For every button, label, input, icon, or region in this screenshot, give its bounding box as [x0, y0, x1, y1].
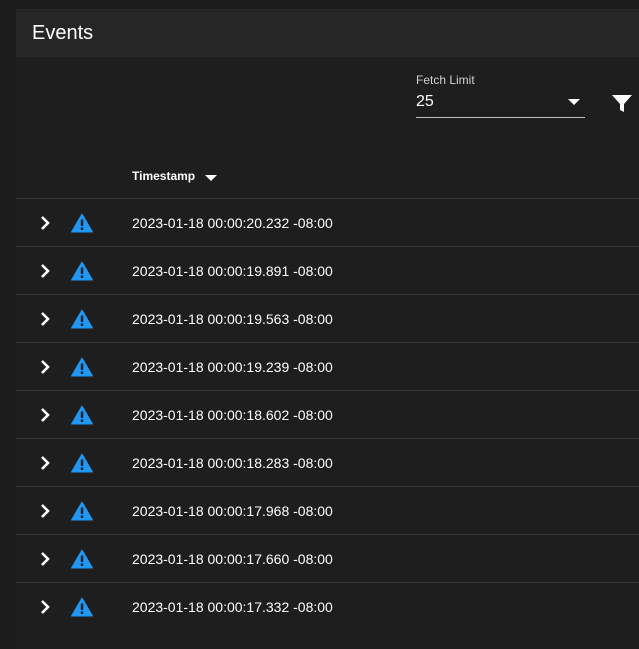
table-row[interactable]: 2023-01-18 00:00:18.602 -08:00: [16, 390, 639, 438]
warning-triangle-icon: [71, 261, 93, 281]
chevron-right-icon[interactable]: [36, 406, 54, 424]
warning-triangle-icon: [71, 549, 93, 569]
table-row[interactable]: 2023-01-18 00:00:17.968 -08:00: [16, 486, 639, 534]
fetch-limit-select[interactable]: Fetch Limit 25: [416, 73, 585, 118]
chevron-right-icon[interactable]: [36, 598, 54, 616]
table-row[interactable]: 2023-01-18 00:00:19.891 -08:00: [16, 246, 639, 294]
warning-triangle-icon: [71, 357, 93, 377]
table-row[interactable]: 2023-01-18 00:00:19.563 -08:00: [16, 294, 639, 342]
sort-descending-icon[interactable]: [204, 173, 217, 183]
warning-triangle-icon: [71, 213, 93, 233]
warning-triangle-icon: [71, 453, 93, 473]
chevron-right-icon[interactable]: [36, 550, 54, 568]
table-row[interactable]: 2023-01-18 00:00:20.232 -08:00: [16, 198, 639, 246]
events-panel: Events Fetch Limit 25 Timestamp 2023-01-…: [16, 9, 639, 649]
table-row[interactable]: 2023-01-18 00:00:17.332 -08:00: [16, 582, 639, 630]
filter-icon[interactable]: [610, 91, 634, 115]
table-row[interactable]: 2023-01-18 00:00:19.239 -08:00: [16, 342, 639, 390]
warning-triangle-icon: [71, 309, 93, 329]
row-timestamp: 2023-01-18 00:00:17.968 -08:00: [132, 503, 333, 519]
caret-down-icon[interactable]: [567, 97, 581, 107]
timestamp-column-header[interactable]: Timestamp: [132, 167, 217, 187]
chevron-right-icon[interactable]: [36, 310, 54, 328]
row-timestamp: 2023-01-18 00:00:17.660 -08:00: [132, 551, 333, 567]
warning-triangle-icon: [71, 501, 93, 521]
row-timestamp: 2023-01-18 00:00:18.283 -08:00: [132, 455, 333, 471]
row-timestamp: 2023-01-18 00:00:17.332 -08:00: [132, 599, 333, 615]
row-timestamp: 2023-01-18 00:00:20.232 -08:00: [132, 215, 333, 231]
fetch-limit-label: Fetch Limit: [416, 73, 475, 87]
chevron-right-icon[interactable]: [36, 454, 54, 472]
warning-triangle-icon: [71, 405, 93, 425]
timestamp-column-label: Timestamp: [132, 169, 196, 183]
fetch-limit-value[interactable]: 25: [416, 92, 434, 112]
chevron-right-icon[interactable]: [36, 502, 54, 520]
fetch-limit-underline: [416, 117, 585, 118]
chevron-right-icon[interactable]: [36, 358, 54, 376]
row-timestamp: 2023-01-18 00:00:18.602 -08:00: [132, 407, 333, 423]
warning-triangle-icon: [71, 597, 93, 617]
page-title: Events: [32, 22, 94, 44]
table-row[interactable]: 2023-01-18 00:00:17.660 -08:00: [16, 534, 639, 582]
row-timestamp: 2023-01-18 00:00:19.891 -08:00: [132, 263, 333, 279]
row-timestamp: 2023-01-18 00:00:19.563 -08:00: [132, 311, 333, 327]
events-header: Events: [16, 9, 639, 57]
chevron-right-icon[interactable]: [36, 262, 54, 280]
row-timestamp: 2023-01-18 00:00:19.239 -08:00: [132, 359, 333, 375]
table-row[interactable]: 2023-01-18 00:00:18.283 -08:00: [16, 438, 639, 486]
chevron-right-icon[interactable]: [36, 214, 54, 232]
events-table-body: 2023-01-18 00:00:20.232 -08:00 2023-01-18…: [16, 198, 639, 630]
